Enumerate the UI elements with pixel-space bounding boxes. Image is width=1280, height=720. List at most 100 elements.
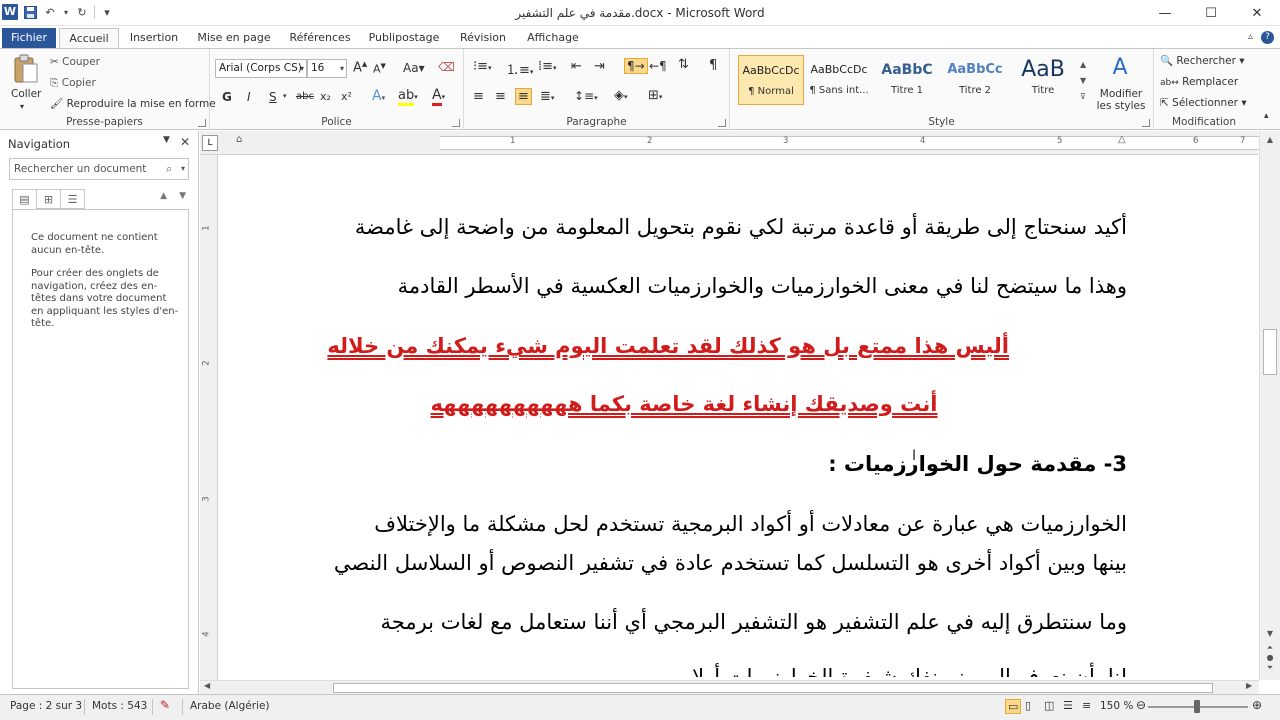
paste-dropdown-icon[interactable]: ▾ (20, 102, 24, 111)
multilevel-list-icon[interactable]: ⁞≡▾ (538, 59, 557, 74)
nav-search-input[interactable]: Rechercher un document ⌕ ▾ (9, 158, 189, 180)
subscript-button[interactable]: x₂ (320, 90, 331, 103)
zoom-in-icon[interactable]: ⊕ (1252, 698, 1262, 712)
scroll-right-icon[interactable]: ▶ (1246, 681, 1252, 690)
bullets-icon[interactable]: ⁝≡▾ (473, 59, 492, 74)
font-size-combo[interactable]: 16 ▾ (307, 59, 347, 78)
document-canvas[interactable]: أكيد سنحتاج إلى طريقة أو قاعدة مرتبة لكي… (219, 155, 1259, 680)
superscript-button[interactable]: x² (341, 90, 352, 103)
clear-formatting-icon[interactable]: ⌫ (438, 60, 455, 74)
highlighted-line[interactable]: أنت وصديقك إنشاء لغة خاصة بكما ههههههههه… (359, 389, 1009, 419)
minimize-ribbon-icon[interactable]: ▵ (1248, 31, 1253, 44)
sort-icon[interactable]: ⇅ (678, 57, 689, 72)
language-indicator[interactable]: Arabe (Algérie) (190, 700, 270, 712)
search-options-icon[interactable]: ▾ (181, 159, 185, 179)
strikethrough-button[interactable]: abc (296, 91, 314, 102)
web-layout-view-icon[interactable]: ◫ (1044, 699, 1054, 712)
left-indent-marker-icon[interactable]: ⌂ (236, 134, 242, 145)
font-color-icon[interactable]: A▾ (432, 87, 445, 106)
full-screen-view-icon[interactable]: ▯ (1025, 699, 1031, 712)
shrink-font-button[interactable]: A▼ (373, 62, 386, 76)
tab-insert[interactable]: Insertion (124, 28, 184, 49)
decrease-indent-icon[interactable]: ⇤ (571, 59, 582, 74)
tab-results[interactable]: ☰ (60, 189, 85, 209)
style-no-spacing[interactable]: AaBbCcDc ¶ Sans int... (806, 55, 872, 105)
align-right-icon[interactable]: ≡ (515, 88, 532, 105)
zoom-slider-thumb[interactable] (1194, 700, 1200, 713)
paragraph-line[interactable]: وما سنتطرق إليه في علم التشفير هو التشفي… (381, 607, 1127, 637)
change-styles-icon[interactable]: A (1100, 55, 1140, 80)
tab-selector-button[interactable]: L (202, 135, 218, 151)
align-center-icon[interactable]: ≡ (495, 89, 506, 104)
rtl-text-direction-icon[interactable]: ←¶ (649, 59, 667, 73)
page-count[interactable]: Page : 2 sur 3 (10, 700, 82, 712)
outline-view-icon[interactable]: ☰ (1063, 699, 1073, 712)
right-indent-marker-icon[interactable]: △ (1118, 134, 1126, 145)
styles-scroll-icon[interactable]: ▲ ▼ ⊽ (1080, 57, 1086, 105)
scroll-down-icon[interactable]: ▼ (1260, 629, 1280, 638)
print-layout-view-icon[interactable]: ▭ (1005, 699, 1022, 714)
tab-pages[interactable]: ⊞ (36, 189, 61, 209)
show-marks-icon[interactable]: ¶ (709, 58, 717, 73)
tab-home[interactable]: Accueil (59, 28, 119, 49)
change-styles-button[interactable]: Modifier les styles (1096, 88, 1146, 112)
scroll-left-icon[interactable]: ◀ (204, 681, 210, 690)
ltr-text-direction-icon[interactable]: ¶→ (624, 58, 648, 74)
styles-launcher-icon[interactable] (1142, 119, 1150, 127)
underline-dropdown-icon[interactable]: ▾ (283, 92, 287, 100)
paragraph-line[interactable]: الخوارزميات هي عبارة عن معادلات أو أكواد… (374, 509, 1127, 539)
maximize-button[interactable]: ☐ (1188, 0, 1234, 26)
paragraph-line-partial[interactable]: لنا بأن نعرف الرموز ونفك شيفرة الخوارزمي… (665, 662, 1127, 677)
highlighted-line[interactable]: أليس هذا ممتع بل هو كذلك لقد تعلمت اليوم… (327, 331, 1009, 361)
paragraph-line[interactable]: بينها وبين أكواد أخرى هو التسلسل كما تست… (334, 548, 1127, 578)
tab-page-layout[interactable]: Mise en page (195, 28, 273, 49)
style-title[interactable]: AaB Titre (1010, 55, 1076, 105)
ruler-bar[interactable] (440, 136, 1280, 150)
paragraph-line[interactable]: وهذا ما سيتضح لنا في معنى الخوارزميات وا… (398, 271, 1127, 301)
paragraph-line[interactable]: أكيد سنحتاج إلى طريقة أو قاعدة مرتبة لكي… (355, 212, 1127, 242)
italic-button[interactable]: I (247, 90, 251, 104)
highlight-icon[interactable]: ab▾ (398, 88, 418, 106)
word-count[interactable]: Mots : 543 (92, 700, 147, 712)
save-icon[interactable] (22, 4, 38, 20)
tab-review[interactable]: Révision (454, 28, 512, 49)
help-icon[interactable]: ? (1261, 31, 1274, 44)
scroll-up-icon[interactable]: ▲ (1260, 135, 1280, 144)
customize-qat-icon[interactable]: ▾ (99, 4, 115, 20)
numbering-icon[interactable]: ⒈≡▾ (506, 59, 533, 78)
style-normal[interactable]: AaBbCcDc ¶ Normal (738, 55, 804, 105)
style-heading-1[interactable]: AaBbC Titre 1 (874, 55, 940, 105)
grow-font-button[interactable]: A▲ (353, 60, 367, 75)
text-effects-icon[interactable]: A▾ (372, 88, 385, 104)
select-button[interactable]: ⇱ Sélectionner ▾ (1160, 97, 1247, 109)
tab-mailings[interactable]: Publipostage (366, 28, 442, 49)
shading-icon[interactable]: ◈▾ (614, 88, 628, 103)
borders-icon[interactable]: ⊞▾ (648, 88, 662, 103)
paste-button[interactable]: Coller (11, 88, 41, 100)
zoom-out-icon[interactable]: ⊖ (1136, 698, 1146, 712)
next-page-icon[interactable]: ⏷ (1260, 663, 1280, 673)
change-case-button[interactable]: Aa▾ (403, 61, 425, 75)
bold-button[interactable]: G (222, 90, 232, 104)
proofing-icon[interactable]: ✎ (160, 698, 170, 712)
close-pane-icon[interactable]: ✕ (180, 135, 190, 149)
word-logo-icon[interactable]: W (2, 4, 18, 20)
justify-icon[interactable]: ≣▾ (540, 89, 554, 104)
zoom-level[interactable]: 150 % (1100, 700, 1133, 712)
previous-page-icon[interactable]: ⏶ (1260, 643, 1280, 653)
tab-references[interactable]: Références (284, 28, 356, 49)
tab-file[interactable]: Fichier (2, 28, 56, 49)
cut-button[interactable]: ✂ Couper (50, 56, 100, 68)
next-heading-icon[interactable]: ▼ (179, 191, 186, 201)
paste-icon[interactable] (10, 54, 42, 84)
section-heading[interactable]: 3- مقدمة حول الخوارزميات : (828, 449, 1127, 479)
tab-headings[interactable]: ▤ (12, 189, 37, 209)
horizontal-scrollbar[interactable]: ◀ ▶ (200, 680, 1259, 694)
redo-icon[interactable]: ↻ (74, 4, 90, 20)
previous-heading-icon[interactable]: ▲ (160, 191, 167, 201)
find-button[interactable]: 🔍 Rechercher ▾ (1160, 54, 1245, 67)
paragraph-launcher-icon[interactable] (718, 119, 726, 127)
style-heading-2[interactable]: AaBbCc Titre 2 (942, 55, 1008, 105)
tab-view[interactable]: Affichage (522, 28, 584, 49)
draft-view-icon[interactable]: ≡ (1082, 699, 1091, 712)
